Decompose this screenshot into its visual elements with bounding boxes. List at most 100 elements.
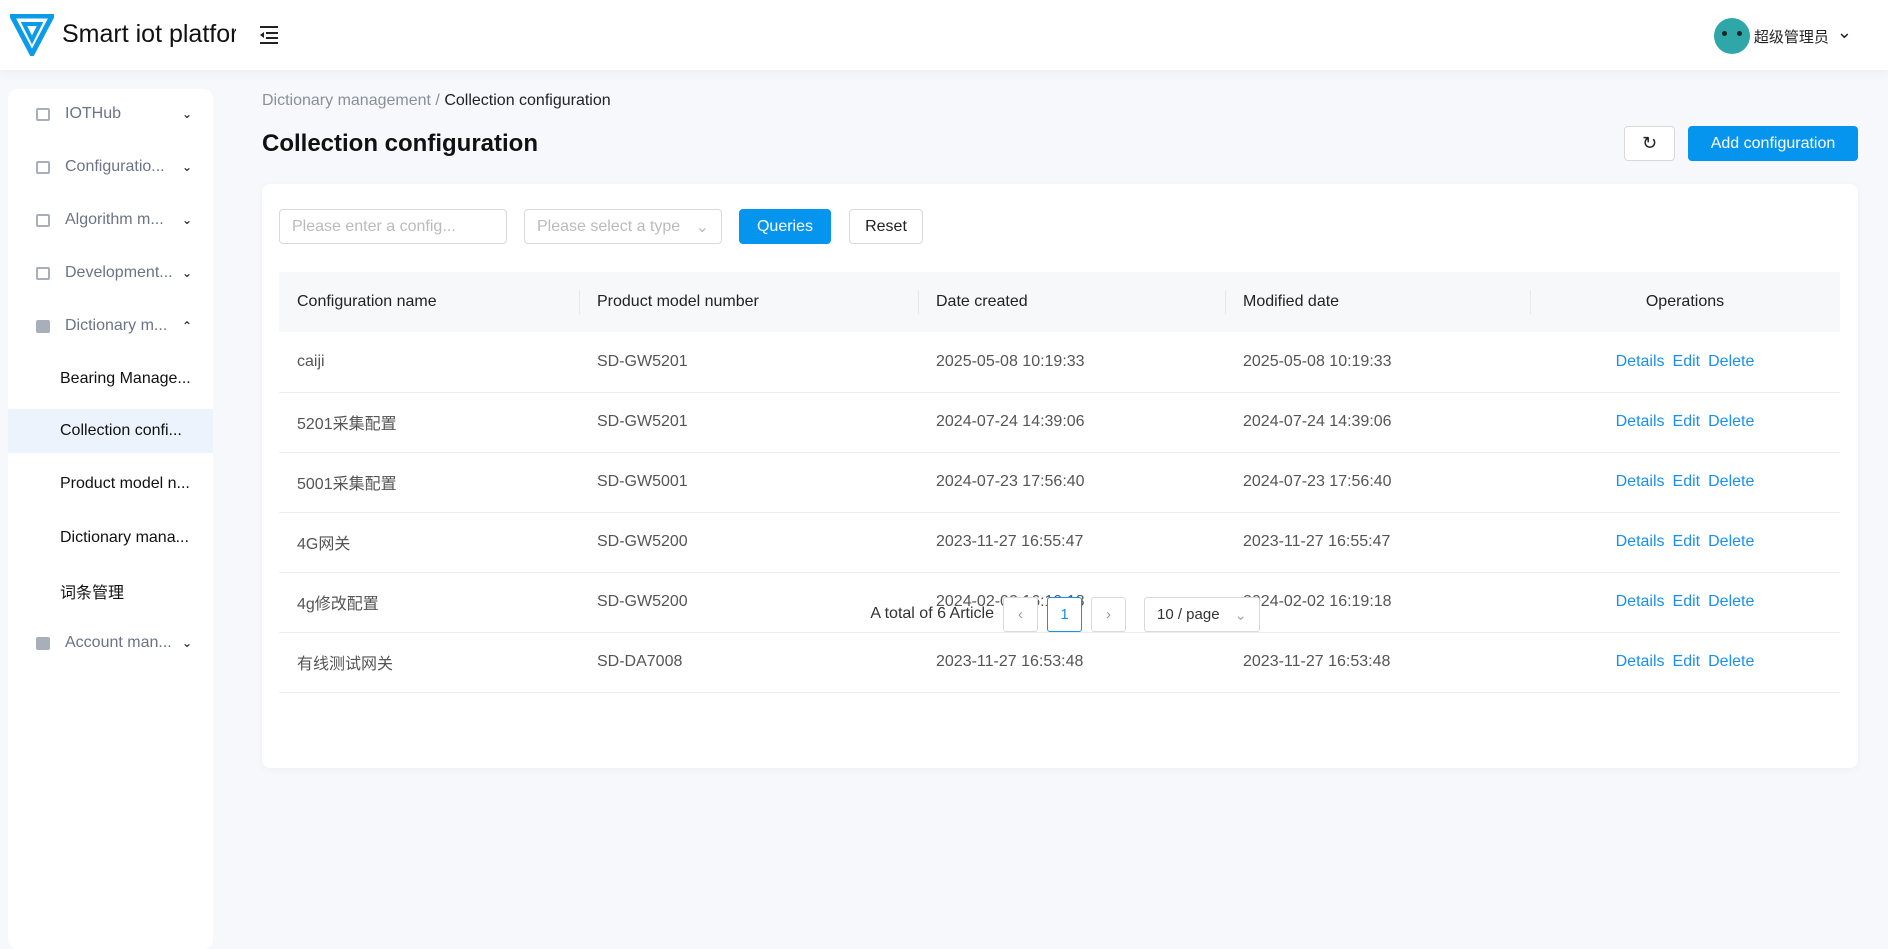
modified-cell: 2023-11-27 16:55:47 [1225, 512, 1530, 573]
edit-link[interactable]: Edit [1673, 533, 1701, 550]
sidebar-subitem-dictionary[interactable]: Dictionary mana... [8, 516, 213, 560]
config-name-input[interactable]: Please enter a config... [279, 209, 507, 244]
sidebar-item-configuration[interactable]: Configuratio... ⌄ [8, 145, 213, 189]
reset-button[interactable]: Reset [849, 209, 923, 244]
breadcrumb-current: Collection configuration [444, 92, 611, 109]
details-link[interactable]: Details [1616, 473, 1665, 490]
chevron-down-icon: ⌄ [182, 107, 193, 121]
total-count: A total of 6 Article [870, 605, 994, 622]
breadcrumb: Dictionary management / Collection confi… [262, 92, 611, 110]
details-link[interactable]: Details [1616, 533, 1665, 550]
grid-icon [36, 107, 50, 121]
next-page-button[interactable]: › [1091, 597, 1126, 632]
edit-link[interactable]: Edit [1673, 353, 1701, 370]
type-select[interactable]: Please select a type ⌄ [524, 209, 722, 244]
chevron-down-icon: ⌄ [182, 213, 193, 227]
configuration-icon [36, 160, 50, 174]
refresh-icon: ↻ [1641, 133, 1658, 153]
created-cell: 2024-07-24 14:39:06 [918, 392, 1225, 453]
operations-cell: Details Edit Delete [1530, 632, 1840, 693]
operations-cell: Details Edit Delete [1530, 392, 1840, 453]
refresh-button[interactable]: ↻ [1624, 126, 1675, 161]
model-cell: SD-GW5200 [579, 512, 918, 573]
algorithm-icon [36, 213, 50, 227]
model-cell: SD-GW5201 [579, 392, 918, 453]
sidebar-subitem-product-model[interactable]: Product model n... [8, 462, 213, 506]
model-cell: SD-DA7008 [579, 632, 918, 693]
config-name-cell: 5001采集配置 [279, 452, 579, 513]
config-name-cell: 4G网关 [279, 512, 579, 573]
type-select-placeholder: Please select a type [537, 217, 681, 235]
sidebar-item-account[interactable]: Account man... ⌄ [8, 621, 213, 665]
add-configuration-button[interactable]: Add configuration [1688, 126, 1858, 161]
config-name-cell: 5201采集配置 [279, 392, 579, 453]
delete-link[interactable]: Delete [1708, 413, 1754, 430]
page-size-select[interactable]: 10 / page ⌄ [1144, 597, 1260, 632]
created-cell: 2024-07-23 17:56:40 [918, 452, 1225, 513]
chevron-down-icon: ⌄ [1234, 606, 1247, 624]
table-row: 5001采集配置 SD-GW5001 2024-07-23 17:56:40 2024… [279, 452, 1840, 513]
operations-cell: Details Edit Delete [1530, 452, 1840, 513]
edit-link[interactable]: Edit [1673, 653, 1701, 670]
menu-fold-icon[interactable] [258, 25, 280, 45]
delete-link[interactable]: Delete [1708, 653, 1754, 670]
edit-link[interactable]: Edit [1673, 413, 1701, 430]
column-header: Configuration name [279, 272, 579, 332]
page-1-button[interactable]: 1 [1047, 597, 1082, 632]
modified-cell: 2024-07-24 14:39:06 [1225, 392, 1530, 453]
account-icon [36, 636, 50, 650]
logo-icon [10, 14, 54, 56]
modified-cell: 2024-07-23 17:56:40 [1225, 452, 1530, 513]
column-header: Date created [918, 272, 1225, 332]
details-link[interactable]: Details [1616, 653, 1665, 670]
sidebar-item-iothub[interactable]: IOTHub ⌄ [8, 92, 213, 136]
details-link[interactable]: Details [1616, 413, 1665, 430]
column-header: Modified date [1225, 272, 1530, 332]
content-card: Please enter a config... Please select a… [262, 184, 1858, 768]
brand-name: Smart iot platfor [62, 20, 236, 48]
sidebar-item-development[interactable]: Development... ⌄ [8, 251, 213, 295]
top-bar: Smart iot platfor 超级管理员 ⌄ [0, 0, 1888, 70]
sidebar-subitem-bearing[interactable]: Bearing Manage... [8, 357, 213, 401]
delete-link[interactable]: Delete [1708, 473, 1754, 490]
edit-link[interactable]: Edit [1673, 473, 1701, 490]
modified-cell: 2025-05-08 10:19:33 [1225, 332, 1530, 393]
chevron-down-icon: ⌄ [182, 266, 193, 280]
avatar [1713, 18, 1750, 54]
delete-link[interactable]: Delete [1708, 533, 1754, 550]
config-name-cell: 有线测试网关 [279, 632, 579, 693]
chevron-down-icon: ⌄ [1836, 21, 1852, 42]
model-cell: SD-GW5001 [579, 452, 918, 513]
sidebar-item-dictionary[interactable]: Dictionary m... ⌃ [8, 304, 213, 348]
created-cell: 2023-11-27 16:53:48 [918, 632, 1225, 693]
breadcrumb-parent[interactable]: Dictionary management [262, 92, 431, 109]
queries-button[interactable]: Queries [739, 209, 831, 244]
page-title: Collection configuration [262, 130, 538, 157]
operations-cell: Details Edit Delete [1530, 512, 1840, 573]
sidebar-subitem-entries[interactable]: 词条管理 [8, 569, 213, 613]
chevron-down-icon: ⌄ [695, 218, 709, 236]
modified-cell: 2023-11-27 16:53:48 [1225, 632, 1530, 693]
development-icon [36, 266, 50, 280]
user-menu[interactable]: 超级管理员 ⌄ [1713, 18, 1852, 54]
table-row: 4G网关 SD-GW5200 2023-11-27 16:55:47 2023-11-… [279, 512, 1840, 573]
book-icon [36, 319, 50, 333]
column-header: Operations [1530, 272, 1840, 332]
pagination: A total of 6 Article ‹ 1 › 10 / page ⌄ [262, 597, 1858, 633]
table-row: caiji SD-GW5201 2025-05-08 10:19:33 2025-05… [279, 332, 1840, 393]
details-link[interactable]: Details [1616, 353, 1665, 370]
sidebar: IOTHub ⌄ Configuratio... ⌄ Algorithm m... ⌄… [8, 89, 213, 949]
user-name: 超级管理员 [1753, 28, 1829, 46]
chevron-up-icon: ⌃ [182, 319, 193, 333]
config-name-cell: caiji [279, 332, 579, 393]
operations-cell: Details Edit Delete [1530, 332, 1840, 393]
delete-link[interactable]: Delete [1708, 353, 1754, 370]
created-cell: 2025-05-08 10:19:33 [918, 332, 1225, 393]
table-row: 有线测试网关 SD-DA7008 2023-11-27 16:53:48 2023-1… [279, 632, 1840, 693]
prev-page-button[interactable]: ‹ [1003, 597, 1038, 632]
page-size-value: 10 / page [1157, 606, 1220, 623]
table-row: 5201采集配置 SD-GW5201 2024-07-24 14:39:06 2024… [279, 392, 1840, 453]
sidebar-subitem-collection[interactable]: Collection confi... [8, 409, 213, 453]
breadcrumb-separator: / [435, 92, 440, 109]
sidebar-item-algorithm[interactable]: Algorithm m... ⌄ [8, 198, 213, 242]
